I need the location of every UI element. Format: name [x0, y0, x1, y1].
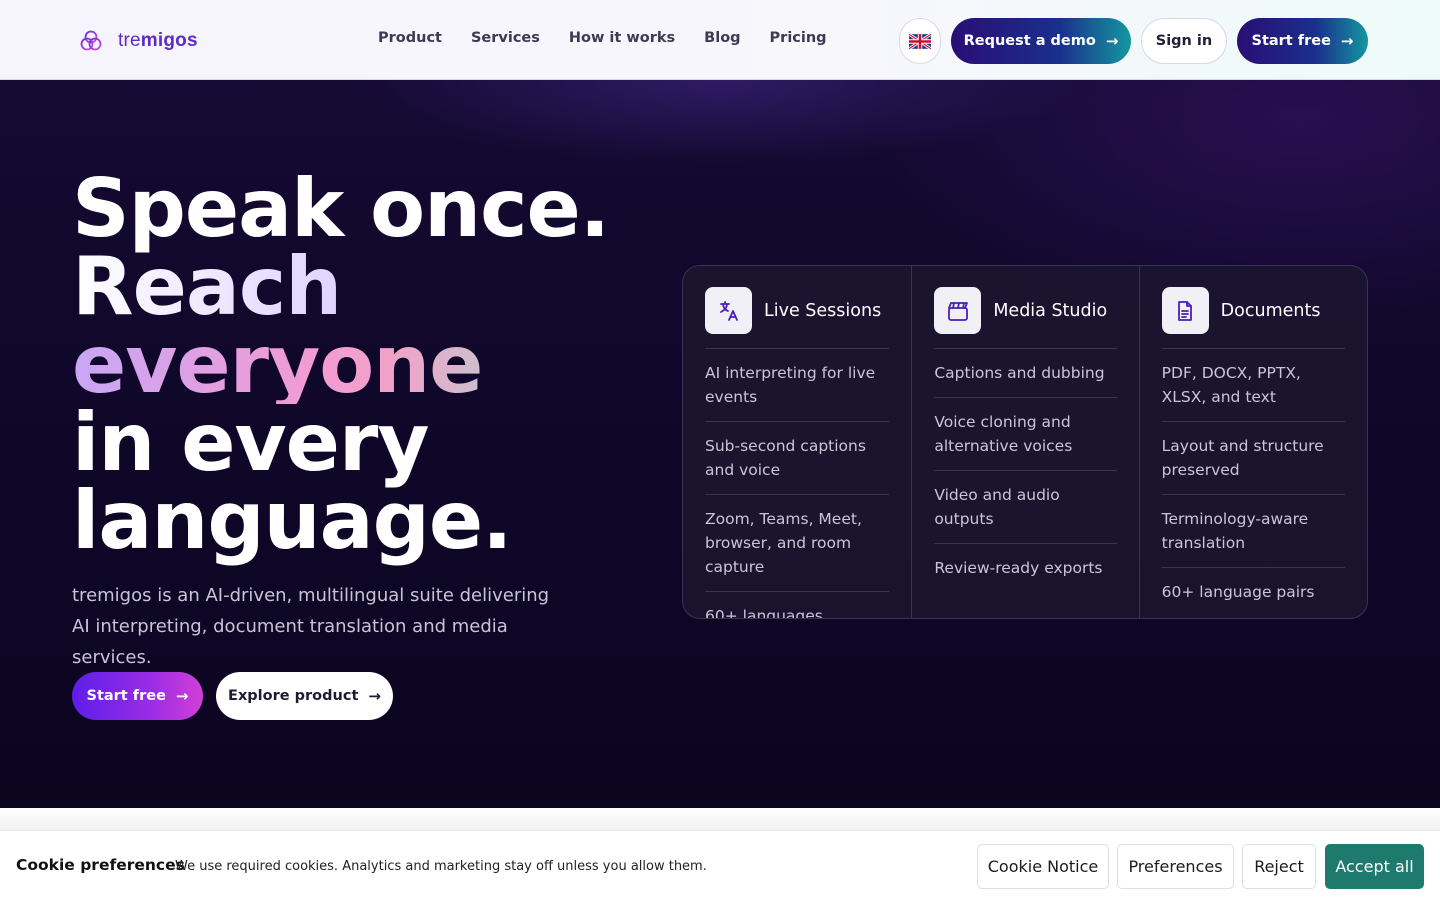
feature-title: Live Sessions	[764, 300, 882, 321]
uk-flag-icon	[909, 33, 931, 49]
arrow-right-icon: →	[175, 687, 189, 705]
headline-line-5: language.	[72, 474, 512, 567]
hero-subtitle: tremigos is an AI-driven, multilingual s…	[72, 585, 550, 668]
feature-item: Terminology-aware translation	[1161, 494, 1345, 567]
nav-how-it-works[interactable]: How it works	[569, 30, 675, 46]
clapperboard-icon	[934, 287, 982, 334]
hero-section: Speak once. Reach everyone in every lang…	[0, 80, 1440, 808]
cookie-bar-shadow	[0, 808, 1440, 830]
headline-line-3: everyone	[72, 325, 609, 405]
arrow-right-icon: →	[368, 687, 381, 705]
translate-icon	[705, 287, 752, 334]
nav-services[interactable]: Services	[471, 30, 540, 46]
feature-media-studio: Media Studio Captions and dubbing Voice …	[911, 266, 1138, 618]
features-card: Live Sessions AI interpreting for live e…	[682, 265, 1368, 619]
cookie-reject-button[interactable]: Reject	[1242, 844, 1316, 889]
request-demo-label: Request a demo	[963, 33, 1096, 49]
main-nav: Product Services How it works Blog Prici…	[378, 30, 827, 46]
feature-item: Voice cloning and alternative voices	[934, 397, 1117, 470]
feature-item: Layout and structure preserved	[1161, 421, 1345, 494]
cookie-text: We use required cookies. Analytics and m…	[175, 859, 707, 874]
brand-logo[interactable]: tremigos	[78, 28, 198, 54]
nav-blog[interactable]: Blog	[704, 30, 740, 46]
sign-in-label: Sign in	[1155, 33, 1213, 49]
feature-title: Documents	[1220, 300, 1321, 321]
feature-item: 60+ language pairs	[1161, 567, 1345, 616]
arrow-right-icon: →	[1105, 32, 1119, 50]
feature-live-sessions: Live Sessions AI interpreting for live e…	[683, 266, 911, 618]
headline-line-4: in every	[72, 396, 430, 489]
headline-line-2: Reach	[72, 247, 609, 327]
feature-item: AI interpreting for live events	[705, 348, 890, 421]
document-icon	[1161, 287, 1209, 334]
nav-pricing[interactable]: Pricing	[770, 30, 827, 46]
cookie-notice-button[interactable]: Cookie Notice	[977, 844, 1109, 889]
cookie-preferences-button[interactable]: Preferences	[1117, 844, 1234, 889]
start-free-label: Start free	[1251, 33, 1331, 49]
feature-item: Review-ready exports	[934, 543, 1117, 592]
feature-documents: Documents PDF, DOCX, PPTX, XLSX, and tex…	[1138, 266, 1367, 618]
nav-product[interactable]: Product	[378, 30, 442, 46]
header-start-free-button[interactable]: Start free →	[1237, 18, 1368, 64]
cookie-accept-all-button[interactable]: Accept all	[1325, 844, 1424, 889]
feature-item: Captions and dubbing	[934, 348, 1117, 397]
hero-start-free-button[interactable]: Start free →	[72, 672, 203, 720]
feature-item: Video and audio outputs	[934, 470, 1117, 543]
headline-line-1: Speak once.	[72, 162, 610, 255]
explore-product-button[interactable]: Explore product →	[216, 672, 393, 720]
logo-icon	[80, 30, 102, 51]
explore-product-label: Explore product	[228, 688, 359, 704]
language-switcher[interactable]	[899, 18, 941, 64]
feature-item: Sub-second captions and voice	[705, 421, 890, 494]
cookie-banner: Cookie preferences We use required cooki…	[0, 830, 1440, 900]
brand-name: tremigos	[118, 30, 198, 51]
feature-item: 60+ languages	[705, 591, 890, 618]
hero-headline: Speak once. Reach everyone in every lang…	[72, 162, 610, 567]
cookie-title: Cookie preferences	[16, 856, 185, 874]
request-demo-button[interactable]: Request a demo →	[951, 18, 1131, 64]
hero-start-free-label: Start free	[86, 688, 166, 704]
arrow-right-icon: →	[1340, 32, 1354, 50]
feature-title: Media Studio	[993, 300, 1108, 321]
sign-in-button[interactable]: Sign in	[1141, 18, 1227, 64]
site-header: tremigos Product Services How it works B…	[0, 0, 1440, 80]
feature-item: Zoom, Teams, Meet, browser, and room cap…	[705, 494, 890, 591]
feature-item: PDF, DOCX, PPTX, XLSX, and text	[1161, 348, 1345, 421]
